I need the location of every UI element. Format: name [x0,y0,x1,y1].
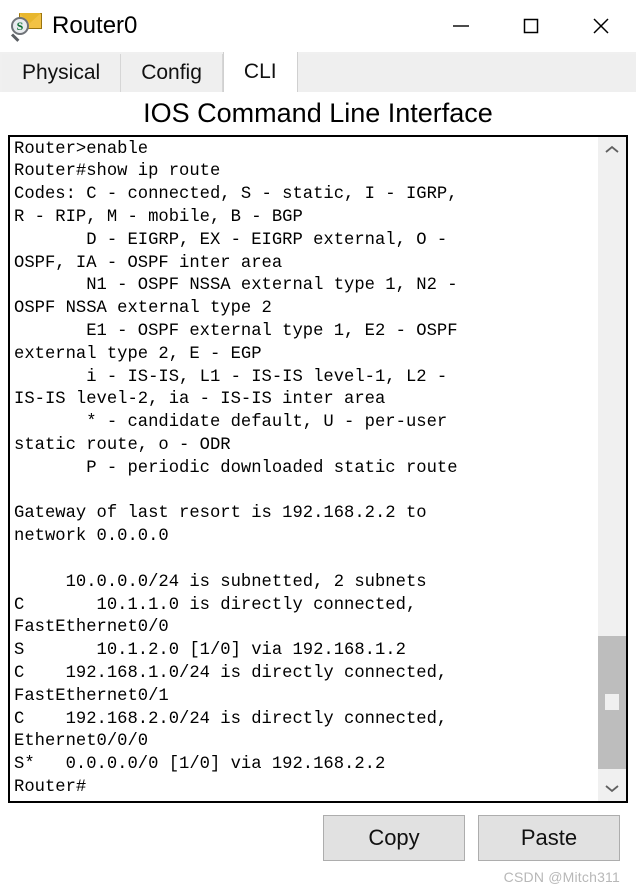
page-title: IOS Command Line Interface [143,98,493,128]
chevron-up-icon[interactable] [598,137,626,163]
tab-bar-filler [297,54,636,92]
close-icon[interactable] [566,0,636,52]
title-bar: S Router0 [0,0,636,52]
terminal-container: Router>enable Router#show ip route Codes… [8,134,628,803]
title-bar-left: S Router0 [0,10,137,42]
scrollbar-track[interactable] [598,163,626,775]
cli-footer: Copy Paste CSDN @Mitch311 [8,802,628,891]
tab-physical[interactable]: Physical [2,54,122,92]
footer-button-row: Copy Paste [323,814,620,861]
terminal-output: Router>enable Router#show ip route Codes… [14,139,458,797]
window-controls [426,0,636,52]
router-cli-window: S Router0 Physical Config CLI IOS Comman… [0,0,636,891]
scrollbar-grip [605,694,619,711]
tab-bar: Physical Config CLI [0,52,636,92]
tab-config[interactable]: Config [121,54,223,92]
maximize-icon[interactable] [496,0,566,52]
terminal-scrollbar[interactable] [598,136,626,801]
minimize-icon[interactable] [426,0,496,52]
scrollbar-thumb[interactable] [598,635,626,769]
window-title: Router0 [52,12,138,39]
tab-cli[interactable]: CLI [222,52,298,92]
terminal-output-area[interactable]: Router>enable Router#show ip route Codes… [10,137,598,801]
copy-button[interactable]: Copy [323,814,465,861]
cli-panel: IOS Command Line Interface Router>enable… [0,92,636,891]
paste-button[interactable]: Paste [478,814,620,861]
router-envelope-magnifier-icon: S [10,10,44,42]
watermark: CSDN @Mitch311 [503,868,620,885]
chevron-down-icon[interactable] [598,775,626,801]
